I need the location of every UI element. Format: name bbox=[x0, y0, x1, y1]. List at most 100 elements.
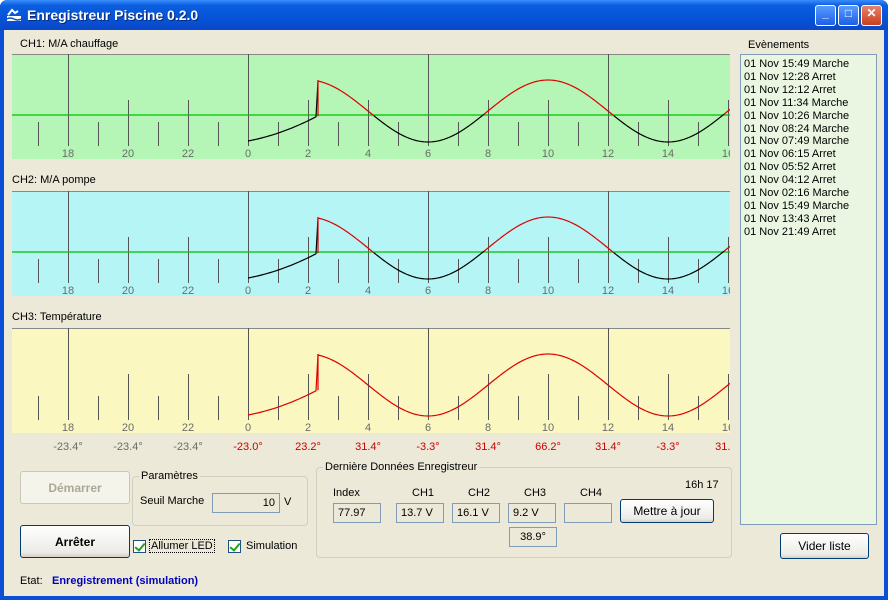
app-window: Enregistreur Piscine 0.2.0 _ □ ✕ CH1: M/… bbox=[0, 0, 888, 600]
value-label: 23.2° bbox=[295, 441, 321, 453]
minimize-icon: _ bbox=[822, 6, 829, 20]
last-data-time: 16h 17 bbox=[685, 479, 719, 491]
x-tick-label: 6 bbox=[425, 148, 431, 159]
ch2-label: CH2 bbox=[468, 487, 491, 499]
simulation-checkbox[interactable] bbox=[228, 540, 241, 553]
status-label: Etat: bbox=[20, 575, 43, 587]
x-tick-label: 8 bbox=[485, 285, 491, 296]
title-bar[interactable]: Enregistreur Piscine 0.2.0 _ □ ✕ bbox=[0, 0, 888, 30]
x-tick-label: 12 bbox=[602, 148, 614, 159]
x-tick-label: 22 bbox=[182, 422, 194, 434]
value-label: 31.4° bbox=[475, 441, 501, 453]
x-tick-label: 14 bbox=[662, 285, 674, 296]
event-item[interactable]: 01 Nov 07:49 Marche bbox=[744, 135, 873, 148]
chart-background bbox=[12, 191, 730, 296]
close-button[interactable]: ✕ bbox=[861, 5, 882, 26]
chart-2-label: CH2: M/A pompe bbox=[12, 174, 96, 186]
x-tick-label: 16 bbox=[722, 422, 730, 434]
clear-list-button[interactable]: Vider liste bbox=[780, 533, 869, 559]
x-tick-label: 14 bbox=[662, 148, 674, 159]
event-item[interactable]: 01 Nov 08:24 Marche bbox=[744, 123, 873, 136]
index-label: Index bbox=[333, 487, 360, 499]
chart-background bbox=[12, 328, 730, 433]
ch1-value: 13.7 V bbox=[396, 503, 444, 523]
value-label: -23.4° bbox=[173, 441, 202, 453]
simulation-label[interactable]: Simulation bbox=[246, 540, 297, 552]
event-item[interactable]: 01 Nov 15:49 Marche bbox=[744, 58, 873, 71]
x-tick-label: 8 bbox=[485, 422, 491, 434]
ch2-value: 16.1 V bbox=[452, 503, 500, 523]
x-tick-label: 22 bbox=[182, 285, 194, 296]
value-label: 31.4° bbox=[715, 441, 730, 453]
update-button[interactable]: Mettre à jour bbox=[620, 499, 714, 523]
chart-ch2: 18 20 22 0 2 4 6 8 10 12 14 16 bbox=[12, 191, 730, 296]
x-tick-label: 4 bbox=[365, 285, 371, 296]
threshold-input[interactable]: 10 bbox=[212, 493, 280, 513]
x-tick-label: 10 bbox=[542, 148, 554, 159]
x-tick-label: 6 bbox=[425, 422, 431, 434]
value-label: -23.0° bbox=[233, 441, 262, 453]
index-value: 77.97 bbox=[333, 503, 381, 523]
event-item[interactable]: 01 Nov 21:49 Arret bbox=[744, 226, 873, 239]
window-title: Enregistreur Piscine 0.2.0 bbox=[27, 7, 199, 23]
x-tick-label: 2 bbox=[305, 148, 311, 159]
x-tick-label: 2 bbox=[305, 285, 311, 296]
x-tick-label: 2 bbox=[305, 422, 311, 434]
x-tick-label: 12 bbox=[602, 422, 614, 434]
maximize-button[interactable]: □ bbox=[838, 5, 859, 26]
led-checkbox[interactable] bbox=[133, 540, 146, 553]
threshold-label: Seuil Marche bbox=[140, 495, 205, 507]
event-item[interactable]: 01 Nov 02:16 Marche bbox=[744, 187, 873, 200]
threshold-unit: V bbox=[284, 496, 292, 508]
value-label: 66.2° bbox=[535, 441, 561, 453]
ch3-value: 9.2 V bbox=[508, 503, 556, 523]
events-list[interactable]: 01 Nov 15:49 Marche 01 Nov 12:28 Arret 01 … bbox=[740, 54, 877, 525]
maximize-icon: □ bbox=[844, 6, 853, 20]
chart-background bbox=[12, 54, 730, 159]
x-tick-label: 4 bbox=[365, 422, 371, 434]
value-label: -3.3° bbox=[416, 441, 439, 453]
value-label: 31.4° bbox=[355, 441, 381, 453]
event-item[interactable]: 01 Nov 06:15 Arret bbox=[744, 148, 873, 161]
stop-button[interactable]: Arrêter bbox=[20, 525, 130, 558]
value-label: -3.3° bbox=[656, 441, 679, 453]
event-item[interactable]: 01 Nov 11:34 Marche bbox=[744, 97, 873, 110]
close-icon: ✕ bbox=[866, 6, 877, 20]
value-label: 31.4° bbox=[595, 441, 621, 453]
app-icon bbox=[6, 8, 22, 21]
x-tick-label: 22 bbox=[182, 148, 194, 159]
x-tick-label: 18 bbox=[62, 422, 74, 434]
event-item[interactable]: 01 Nov 15:49 Marche bbox=[744, 200, 873, 213]
x-tick-label: 18 bbox=[62, 148, 74, 159]
x-tick-label: 16 bbox=[722, 285, 730, 296]
minimize-button[interactable]: _ bbox=[815, 5, 836, 26]
event-item[interactable]: 01 Nov 13:43 Arret bbox=[744, 213, 873, 226]
chart-ch3: 18 20 22 0 2 4 6 8 10 12 14 16 -23.4° -23.4° -23.4° -23… bbox=[12, 328, 730, 453]
value-label: -23.4° bbox=[113, 441, 142, 453]
event-item[interactable]: 01 Nov 05:52 Arret bbox=[744, 161, 873, 174]
led-label[interactable]: Allumer LED bbox=[149, 539, 215, 553]
x-tick-label: 0 bbox=[245, 422, 251, 434]
event-item[interactable]: 01 Nov 12:12 Arret bbox=[744, 84, 873, 97]
client-area: CH1: M/A chauffage CH2: M/A pompe CH3: T… bbox=[4, 30, 884, 596]
x-tick-label: 14 bbox=[662, 422, 674, 434]
ch3-temperature: 38.9° bbox=[509, 527, 557, 547]
last-data-title: Dernière Données Enregistreur bbox=[325, 461, 478, 473]
event-item[interactable]: 01 Nov 04:12 Arret bbox=[744, 174, 873, 187]
x-tick-label: 12 bbox=[602, 285, 614, 296]
ch1-label: CH1 bbox=[412, 487, 435, 499]
chart-1-label: CH1: M/A chauffage bbox=[20, 38, 119, 50]
start-button[interactable]: Démarrer bbox=[20, 471, 130, 504]
x-tick-label: 4 bbox=[365, 148, 371, 159]
chart-ch1: 18 20 22 0 2 4 6 8 10 12 14 16 bbox=[12, 54, 730, 159]
event-item[interactable]: 01 Nov 12:28 Arret bbox=[744, 71, 873, 84]
x-tick-label: 18 bbox=[62, 285, 74, 296]
x-tick-label: 10 bbox=[542, 422, 554, 434]
x-tick-label: 20 bbox=[122, 148, 134, 159]
x-tick-label: 6 bbox=[425, 285, 431, 296]
event-item[interactable]: 01 Nov 10:26 Marche bbox=[744, 110, 873, 123]
ch3-label: CH3 bbox=[524, 487, 547, 499]
params-title: Paramètres bbox=[141, 470, 198, 482]
ch4-value bbox=[564, 503, 612, 523]
value-label: -23.4° bbox=[53, 441, 82, 453]
